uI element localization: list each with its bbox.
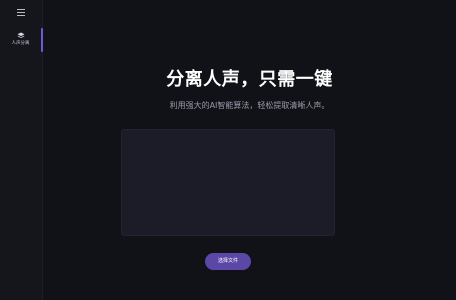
file-drop-zone[interactable] (121, 129, 335, 236)
sidebar-item-vocal-separation[interactable]: 人声分离 (0, 28, 43, 52)
layers-icon (17, 32, 25, 38)
sidebar-item-label: 人声分离 (11, 41, 30, 46)
page-title: 分离人声，只需一键 (166, 69, 333, 90)
sidebar: 人声分离 (0, 0, 43, 300)
app-window: 人声分离 分离人声，只需一键 利用强大的AI智能算法，轻松提取清晰人声。 选择文… (0, 0, 456, 300)
menu-button[interactable] (14, 6, 28, 18)
choose-file-button[interactable]: 选择文件 (205, 253, 251, 270)
hamburger-menu-icon (17, 8, 25, 16)
page-subtitle: 利用强大的AI智能算法，轻松提取清晰人声。 (169, 101, 330, 110)
main-content: 分离人声，只需一键 利用强大的AI智能算法，轻松提取清晰人声。 选择文件 (43, 0, 456, 300)
